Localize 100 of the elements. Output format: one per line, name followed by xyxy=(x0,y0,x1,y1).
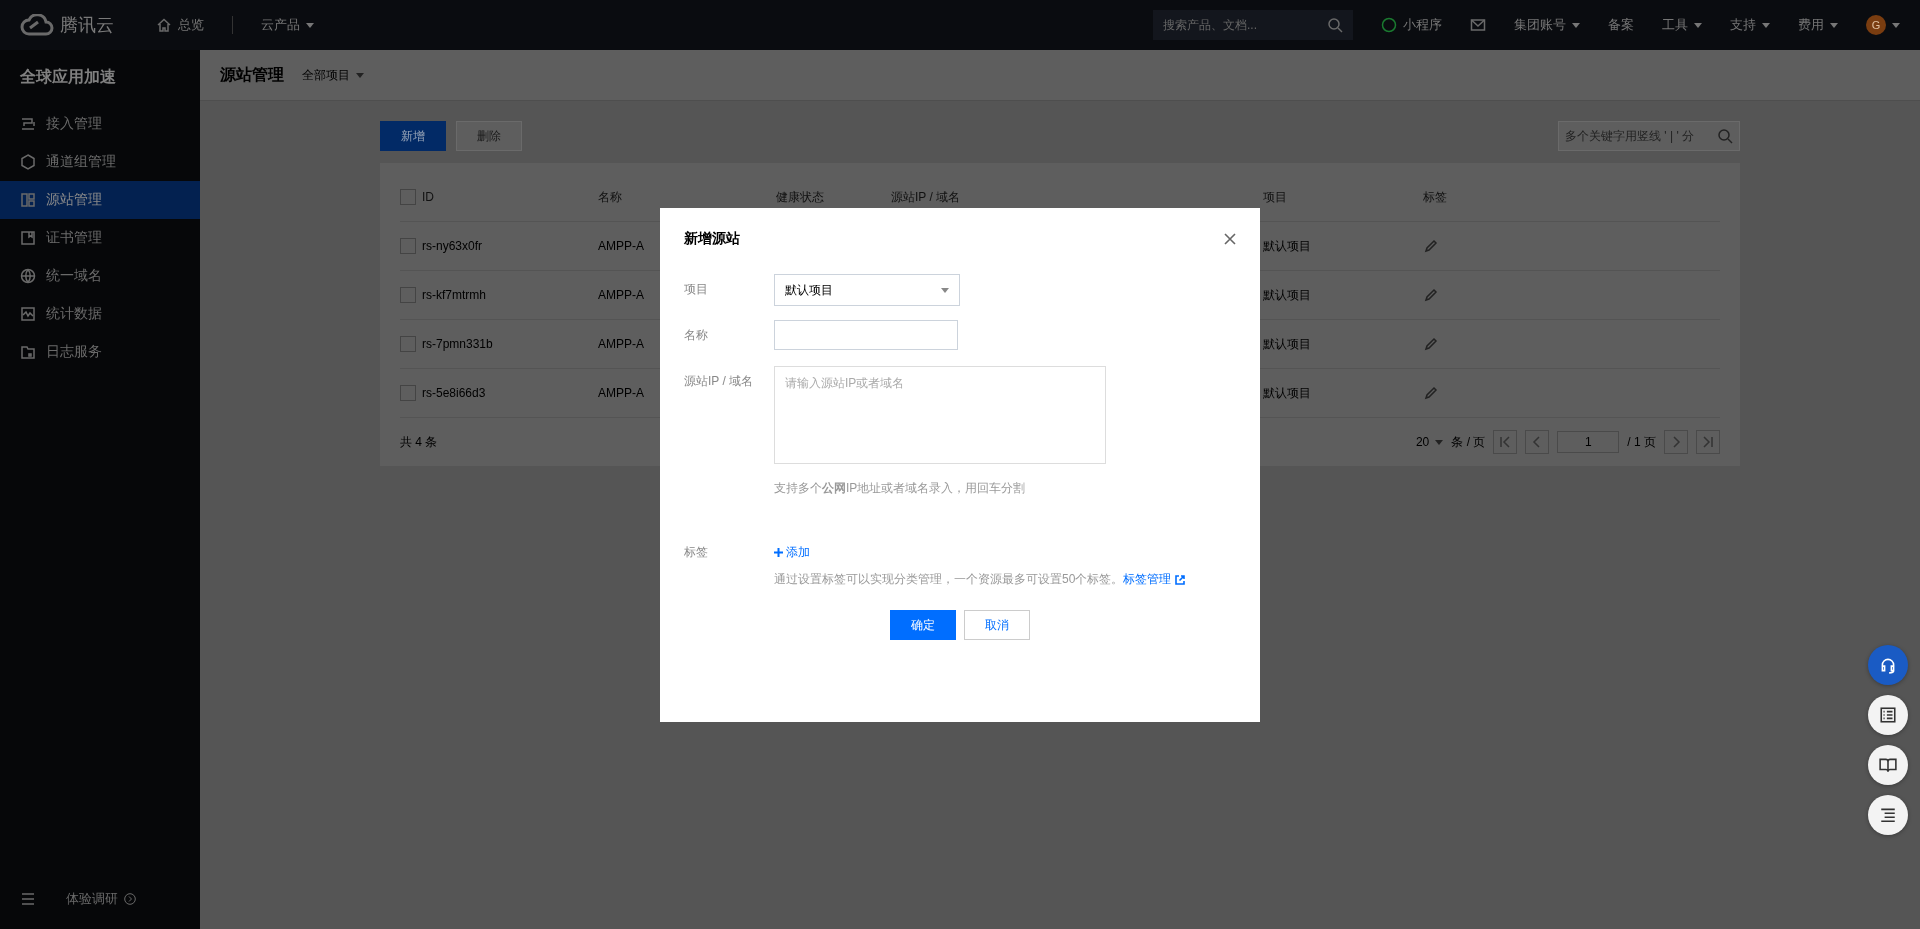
table-cell: AMPP-A xyxy=(598,239,644,253)
caret-icon xyxy=(941,287,949,293)
top-nav-link[interactable]: 云产品 xyxy=(261,16,314,34)
sidebar-item[interactable]: 接入管理 xyxy=(0,105,200,143)
table-cell: rs-ny63x0fr xyxy=(422,239,483,253)
search-icon xyxy=(1717,128,1733,144)
table-cell: 默认项目 xyxy=(1263,237,1311,255)
table-cell: AMPP-A xyxy=(598,288,644,302)
column-header: 项目 xyxy=(1263,188,1287,206)
sidebar-item[interactable]: 源站管理 xyxy=(0,181,200,219)
mail-icon xyxy=(1470,17,1486,33)
checkbox[interactable] xyxy=(400,189,416,205)
home-icon xyxy=(156,17,172,33)
project-select[interactable]: 默认项目 xyxy=(774,274,960,306)
caret-icon xyxy=(1435,439,1444,445)
hint-text: 支持多个公网IP地址或者域名录入，用回车分割 xyxy=(774,480,1026,497)
avatar: G xyxy=(1866,15,1886,35)
top-nav-link[interactable]: 费用 xyxy=(1798,16,1838,34)
column-header: 健康状态 xyxy=(776,188,824,206)
field-label: 项目 xyxy=(684,281,709,298)
page-size-select[interactable]: 20 xyxy=(1415,435,1444,449)
cloud-logo-icon xyxy=(20,14,54,36)
cancel-button[interactable]: 取消 xyxy=(964,610,1030,640)
globe-icon xyxy=(20,268,36,284)
pencil-icon xyxy=(1423,336,1439,352)
hint-text: 通过设置标签可以实现分类管理，一个资源最多可设置50个标签。 xyxy=(774,572,1124,586)
search-icon xyxy=(1327,17,1343,33)
sidebar-item[interactable]: 统计数据 xyxy=(0,295,200,333)
prev-page-button[interactable] xyxy=(1525,430,1550,454)
pencil-icon xyxy=(1423,385,1439,401)
table-cell: rs-5e8i66d3 xyxy=(422,386,486,400)
table-cell: rs-7pmn331b xyxy=(422,337,493,351)
add-tag-link[interactable]: 添加 xyxy=(774,537,810,561)
last-page-button[interactable] xyxy=(1696,430,1720,454)
pencil-icon xyxy=(1423,238,1439,254)
logo-text: 腾讯云 xyxy=(60,14,114,37)
top-nav-link[interactable]: 支持 xyxy=(1730,16,1770,34)
page-count: / 1 页 xyxy=(1627,433,1656,451)
hexagon-icon xyxy=(20,154,36,170)
mini-program-link[interactable]: 小程序 xyxy=(1381,16,1442,34)
survey-link[interactable]: 体验调研 xyxy=(66,890,136,908)
checkbox[interactable] xyxy=(400,385,416,401)
dialog-title: 新增源站 xyxy=(684,230,740,248)
column-header: ID xyxy=(422,190,434,204)
next-page-button[interactable] xyxy=(1664,430,1688,454)
external-link-icon xyxy=(1175,574,1186,585)
arrow-circle-icon xyxy=(124,893,136,905)
account-menu[interactable]: G xyxy=(1866,15,1900,35)
total-count: 共 4 条 xyxy=(400,433,438,451)
caret-icon xyxy=(1892,22,1900,28)
field-label: 源站IP / 域名 xyxy=(684,373,755,390)
layout-icon xyxy=(20,192,36,208)
pencil-icon xyxy=(1423,287,1439,303)
first-page-button[interactable] xyxy=(1493,430,1518,454)
column-header: 名称 xyxy=(598,188,622,206)
column-header: 源站IP / 域名 xyxy=(891,188,961,206)
close-icon[interactable] xyxy=(1224,233,1236,245)
top-nav-link[interactable]: 备案 xyxy=(1608,16,1634,34)
delete-button[interactable]: 删除 xyxy=(456,121,522,151)
table-cell: rs-kf7mtrmh xyxy=(422,288,486,302)
sidebar-item[interactable]: 证书管理 xyxy=(0,219,200,257)
table-cell: AMPP-A xyxy=(598,337,644,351)
tag-management-link[interactable]: 标签管理 xyxy=(1123,571,1186,588)
caret-icon xyxy=(356,72,364,78)
sidebar-item[interactable]: 通道组管理 xyxy=(0,143,200,181)
checkbox[interactable] xyxy=(400,287,416,303)
table-cell: AMPP-A xyxy=(598,386,644,400)
confirm-button[interactable]: 确定 xyxy=(890,610,956,640)
plus-icon xyxy=(774,548,783,557)
top-nav-link[interactable]: 总览 xyxy=(156,16,204,34)
top-nav-link[interactable]: 工具 xyxy=(1662,16,1702,34)
origin-textarea[interactable]: 请输入源站IP或者域名 xyxy=(774,366,1106,464)
sidebar-title: 全球应用加速 xyxy=(19,67,117,87)
menu-icon xyxy=(20,891,36,907)
name-input[interactable] xyxy=(774,320,958,350)
top-nav-link[interactable]: 集团账号 xyxy=(1514,16,1580,34)
sidebar-item[interactable]: 日志服务 xyxy=(0,333,200,371)
table-cell: 默认项目 xyxy=(1263,286,1311,304)
checkbox[interactable] xyxy=(400,336,416,352)
column-header: 标签 xyxy=(1423,188,1447,206)
chart-icon xyxy=(20,306,36,322)
page-title: 源站管理 xyxy=(220,64,284,85)
headset-icon xyxy=(1879,656,1897,674)
project-dropdown[interactable]: 全部项目 xyxy=(302,66,364,84)
checkbox[interactable] xyxy=(400,238,416,254)
field-label: 标签 xyxy=(684,544,709,561)
last-page-icon xyxy=(1700,434,1716,450)
table-cell: 默认项目 xyxy=(1263,335,1311,353)
certificate-icon xyxy=(20,230,36,246)
add-button[interactable]: 新增 xyxy=(380,121,446,151)
field-label: 名称 xyxy=(684,327,709,344)
book-icon xyxy=(1879,756,1897,774)
page-input[interactable]: 1 xyxy=(1557,431,1620,453)
mail-button[interactable] xyxy=(1470,17,1486,33)
list-icon xyxy=(1879,706,1897,724)
sidebar-item[interactable]: 统一域名 xyxy=(0,257,200,295)
logo[interactable]: 腾讯云 xyxy=(20,13,114,37)
list-lines-icon xyxy=(1879,806,1897,824)
table-cell: 默认项目 xyxy=(1263,384,1311,402)
search-field[interactable]: 搜索产品、文档... xyxy=(1153,10,1353,40)
